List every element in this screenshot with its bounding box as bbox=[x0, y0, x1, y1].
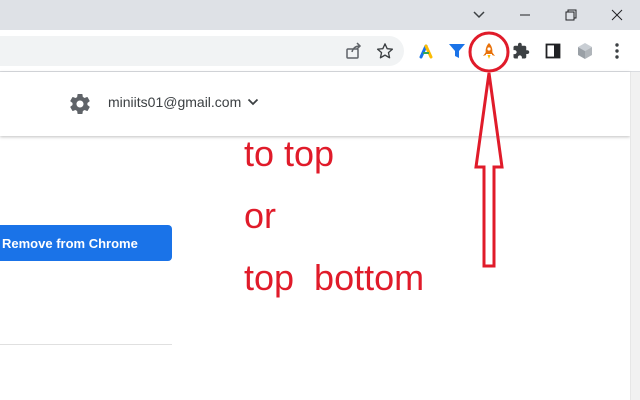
bookmark-button[interactable] bbox=[373, 39, 397, 63]
minimize-icon bbox=[520, 14, 530, 16]
title-bar bbox=[0, 0, 640, 30]
settings-button[interactable] bbox=[68, 92, 92, 116]
color-extension-button[interactable] bbox=[414, 39, 438, 63]
annotation-line-1: to top bbox=[244, 133, 335, 174]
side-panel-icon bbox=[545, 43, 561, 59]
gear-icon bbox=[70, 94, 90, 115]
tab-search-button[interactable] bbox=[456, 0, 502, 30]
restore-button[interactable] bbox=[548, 0, 594, 30]
more-vert-icon bbox=[615, 43, 619, 59]
remove-from-chrome-button[interactable]: Remove from Chrome bbox=[0, 225, 172, 261]
side-panel-button[interactable] bbox=[541, 39, 565, 63]
cube-extension-icon bbox=[578, 43, 592, 59]
cube-extension-button[interactable] bbox=[573, 39, 597, 63]
close-button[interactable] bbox=[594, 0, 640, 30]
account-menu[interactable]: miniits01@gmail.com bbox=[108, 94, 259, 110]
share-icon bbox=[346, 42, 362, 59]
content-divider bbox=[0, 344, 172, 345]
annotation-line-3: top bottom bbox=[244, 257, 425, 298]
minimize-button[interactable] bbox=[502, 0, 548, 30]
rocket-extension-button[interactable] bbox=[477, 39, 501, 63]
filter-extension-button[interactable] bbox=[445, 39, 469, 63]
rocket-extension-icon bbox=[483, 43, 495, 59]
account-email: miniits01@gmail.com bbox=[108, 94, 242, 110]
filter-extension-icon bbox=[449, 44, 465, 58]
address-bar[interactable] bbox=[0, 36, 404, 66]
page-scrollbar[interactable] bbox=[630, 72, 640, 400]
chevron-down-icon bbox=[248, 98, 259, 106]
puzzle-icon bbox=[513, 42, 530, 59]
browser-toolbar bbox=[0, 30, 640, 72]
chrome-menu-button[interactable] bbox=[605, 39, 629, 63]
close-icon bbox=[611, 9, 623, 21]
store-header: miniits01@gmail.com bbox=[0, 72, 630, 136]
extensions-button[interactable] bbox=[509, 39, 533, 63]
annotation-line-2: or bbox=[244, 195, 277, 236]
chevron-down-icon bbox=[473, 11, 485, 19]
star-icon bbox=[376, 43, 394, 59]
restore-icon bbox=[565, 9, 577, 21]
share-button[interactable] bbox=[342, 39, 366, 63]
color-extension-icon bbox=[419, 44, 433, 59]
